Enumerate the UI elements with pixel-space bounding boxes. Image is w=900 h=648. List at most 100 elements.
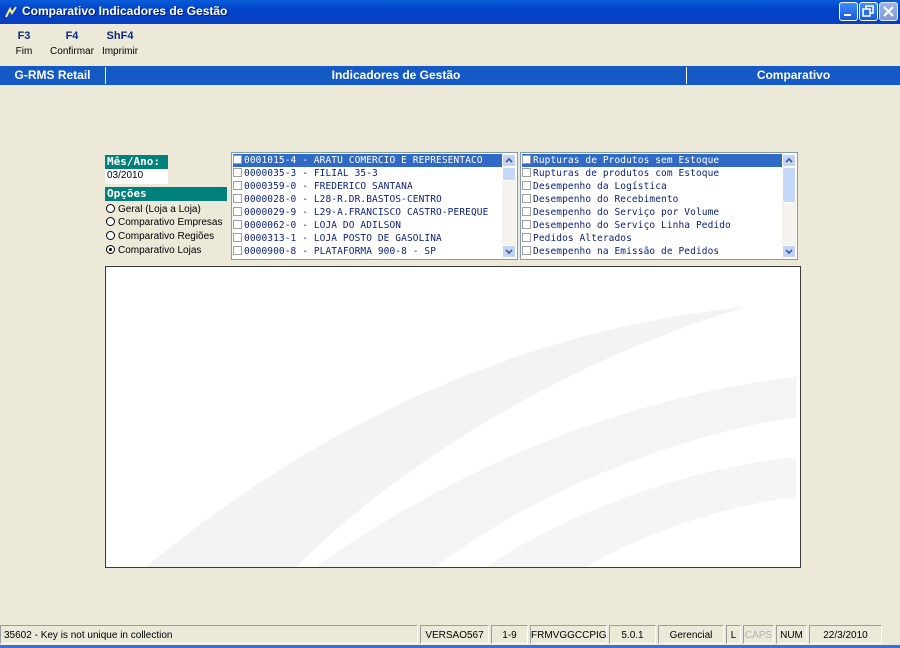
list-item[interactable]: Rupturas de Produtos sem Estoque (522, 154, 782, 167)
print-key: ShF4 (106, 30, 134, 42)
indicator-label: Desempenho do Serviço por Volume (533, 207, 720, 218)
minimize-icon (844, 14, 851, 16)
confirm-label: Confirmar (50, 46, 94, 57)
indicator-label: Pedidos Alterados (533, 233, 632, 244)
scroll-thumb[interactable] (502, 167, 516, 181)
checkbox-icon[interactable] (233, 207, 242, 216)
status-version: VERSAO567 (420, 625, 489, 644)
module-bar: G-RMS Retail Indicadores de Gestão Compa… (0, 66, 900, 85)
watermark-logo (146, 307, 796, 567)
module-name: Indicadores de Gestão (331, 68, 461, 82)
indicators-list[interactable]: Rupturas de Produtos sem Estoque Ruptura… (520, 152, 798, 260)
close-icon (883, 6, 894, 17)
scroll-up-button[interactable] (502, 154, 516, 167)
list-item[interactable]: Desempenho do Serviço Linha Pedido (522, 219, 782, 232)
indicators-scrollbar[interactable] (782, 154, 796, 258)
list-item[interactable]: 0000035-3 - FILIAL 35-3 (233, 167, 502, 180)
list-item[interactable]: Rupturas de produtos com Estoque (522, 167, 782, 180)
list-item[interactable]: 0000062-0 - LOJA DO ADILSON (233, 219, 502, 232)
chevron-down-icon (785, 249, 793, 255)
status-date: 22/3/2010 (809, 625, 882, 644)
status-range: 1-9 (491, 625, 528, 644)
list-item[interactable]: Desempenho do Serviço por Volume (522, 206, 782, 219)
checkbox-icon[interactable] (522, 220, 531, 229)
list-item[interactable]: 0000029-9 - L29-A.FRANCISCO CASTRO-PEREQ… (233, 206, 502, 219)
stores-scrollbar[interactable] (502, 154, 516, 258)
option-label: Comparativo Regiões (118, 231, 215, 242)
close-button[interactable] (879, 2, 898, 21)
option-comparativo-empresas[interactable]: Comparativo Empresas (106, 216, 222, 229)
store-label: 0000029-9 - L29-A.FRANCISCO CASTRO-PEREQ… (244, 207, 489, 218)
option-comparativo-regioes[interactable]: Comparativo Regiões (106, 230, 214, 243)
checkbox-icon[interactable] (522, 181, 531, 190)
status-bar: 35602 - Key is not unique in collection … (0, 622, 900, 646)
app-icon (5, 6, 17, 18)
chart-panel (105, 266, 801, 568)
list-item[interactable]: 0000900-8 - PLATAFORMA 900-8 - SP (233, 245, 502, 258)
list-item[interactable]: 0000028-0 - L28-R.DR.BASTOS-CENTRO (233, 193, 502, 206)
store-label: 0001015-4 - ARATU COMERCIO E REPRESENTAC… (244, 155, 483, 166)
stores-list[interactable]: 0001015-4 - ARATU COMERCIO E REPRESENTAC… (231, 152, 518, 260)
checkbox-icon[interactable] (233, 194, 242, 203)
status-form: FRMVGGCCPIG (530, 625, 607, 644)
confirm-key: F4 (65, 30, 79, 42)
list-item[interactable]: Desempenho na Emissão de Pedidos (522, 245, 782, 258)
status-caps: CAPS (743, 625, 774, 644)
restore-button[interactable] (859, 2, 878, 21)
checkbox-icon[interactable] (522, 246, 531, 255)
checkbox-icon[interactable] (233, 233, 242, 242)
store-label: 0000359-0 - FREDERICO SANTANA (244, 181, 413, 192)
status-l: L (726, 625, 741, 644)
checkbox-icon[interactable] (522, 155, 531, 164)
exit-key: F3 (17, 30, 31, 42)
list-item[interactable]: Desempenho da Logística (522, 180, 782, 193)
status-message: 35602 - Key is not unique in collection (0, 625, 418, 644)
window-title: Comparativo Indicadores de Gestão (22, 4, 228, 18)
radio-icon (106, 231, 115, 240)
store-label: 0000035-3 - FILIAL 35-3 (244, 168, 378, 179)
radio-icon (106, 204, 115, 213)
checkbox-icon[interactable] (522, 194, 531, 203)
scroll-up-button[interactable] (782, 154, 796, 167)
option-label: Comparativo Lojas (118, 245, 202, 256)
scroll-down-button[interactable] (502, 245, 516, 258)
store-label: 0000028-0 - L28-R.DR.BASTOS-CENTRO (244, 194, 442, 205)
indicator-label: Desempenho do Recebimento (533, 194, 679, 205)
store-label: 0000900-8 - PLATAFORMA 900-8 - SP (244, 246, 437, 257)
scroll-thumb[interactable] (782, 167, 796, 203)
checkbox-icon[interactable] (522, 233, 531, 242)
list-item[interactable]: 0000359-0 - FREDERICO SANTANA (233, 180, 502, 193)
list-item[interactable]: Desempenho do Recebimento (522, 193, 782, 206)
list-item[interactable]: 0001015-4 - ARATU COMERCIO E REPRESENTAC… (233, 154, 502, 167)
print-label: Imprimir (101, 46, 139, 57)
option-geral[interactable]: Geral (Loja a Loja) (106, 203, 201, 216)
minimize-button[interactable] (839, 2, 858, 21)
screen-name: Comparativo (756, 68, 831, 82)
scroll-down-button[interactable] (782, 245, 796, 258)
radio-selected-icon (106, 245, 115, 254)
indicator-label: Desempenho do Serviço Linha Pedido (533, 220, 731, 231)
checkbox-icon[interactable] (233, 181, 242, 190)
checkbox-icon[interactable] (233, 155, 242, 164)
checkbox-icon[interactable] (233, 168, 242, 177)
list-item[interactable]: 0000313-1 - LOJA POSTO DE GASOLINA (233, 232, 502, 245)
chevron-down-icon (505, 249, 513, 255)
checkbox-icon[interactable] (233, 220, 242, 229)
indicator-label: Rupturas de produtos com Estoque (533, 168, 720, 179)
store-label: 0000313-1 - LOJA POSTO DE GASOLINA (244, 233, 442, 244)
period-input[interactable]: 03/2010 (105, 169, 168, 184)
list-item[interactable]: Pedidos Alterados (522, 232, 782, 245)
print-button[interactable]: ShF4 Imprimir (100, 30, 140, 57)
confirm-button[interactable]: F4 Confirmar (49, 30, 95, 57)
checkbox-icon[interactable] (522, 207, 531, 216)
checkbox-icon[interactable] (233, 246, 242, 255)
indicator-label: Rupturas de Produtos sem Estoque (533, 155, 720, 166)
checkbox-icon[interactable] (522, 168, 531, 177)
chevron-up-icon (505, 157, 513, 163)
toolbar: F3 Fim F4 Confirmar ShF4 Imprimir (0, 24, 900, 66)
title-bar: Comparativo Indicadores de Gestão (0, 0, 900, 24)
status-profile: Gerencial (658, 625, 724, 644)
option-comparativo-lojas[interactable]: Comparativo Lojas (106, 244, 201, 257)
exit-label: Fim (15, 46, 33, 57)
exit-button[interactable]: F3 Fim (12, 30, 36, 57)
